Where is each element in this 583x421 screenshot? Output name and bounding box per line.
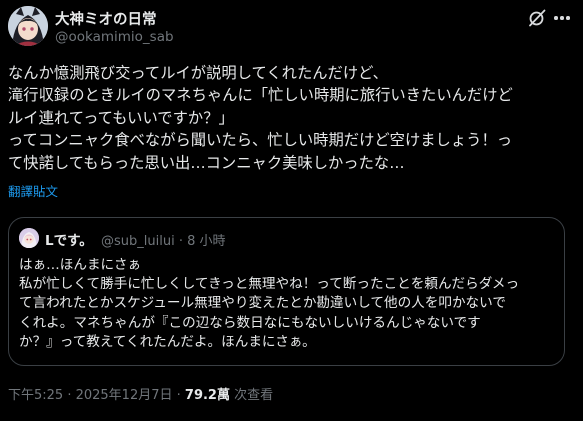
post-text-line: なんか憶測飛び交ってルイが説明してくれたんだけど、 bbox=[8, 64, 388, 82]
views-count: 79.2萬 bbox=[184, 388, 230, 403]
quoted-text-line: 私が忙しくて勝手に忙しくしてきっと無理やね！って断ったことを頼んだらダメっ bbox=[19, 276, 520, 293]
post-timestamp[interactable]: 下午5:25 · 2025年12月7日 · bbox=[8, 388, 181, 403]
author-avatar[interactable] bbox=[8, 6, 48, 46]
post-footer: 下午5:25 · 2025年12月7日 · 79.2萬 次查看 bbox=[8, 384, 273, 403]
quoted-post[interactable]: Lです。 @sub_luilui · 8 小時 はぁ…ほんまにさぁ 私が忙しくて… bbox=[8, 217, 565, 366]
translate-post-link[interactable]: 翻譯貼文 bbox=[8, 181, 58, 200]
post-text-line: ってコンニャク食べながら聞いたら、忙しい時期だけど空けましょう！っ bbox=[8, 131, 513, 150]
meta-separator: · bbox=[178, 234, 183, 249]
quoted-author-name: Lです。 bbox=[45, 233, 93, 249]
quoted-text-line: て言われたとかスケジュール無理やり変えたとか勘違いして他の人を叩かないで bbox=[19, 295, 506, 312]
quoted-post-text: はぁ…ほんまにさぁ 私が忙しくて勝手に忙しくしてきっと無理やね！って断ったことを… bbox=[19, 256, 559, 352]
post-text-line: 滝行収録のときルイのマネちゃんに「忙しい時期に旅行いきたいんだけど bbox=[8, 86, 513, 105]
quoted-author-meta: @sub_luilui · 8 小時 bbox=[101, 230, 226, 249]
post-text-line: て快諾してもらった思い出…コンニャク美味しかったな… bbox=[8, 153, 405, 172]
quoted-author-handle: @sub_luilui bbox=[101, 234, 175, 249]
quoted-text-line: か？』って教えてくれたんだよ。ほんまにさぁ。 bbox=[19, 333, 316, 350]
author-handle[interactable]: @ookamimio_sab bbox=[55, 29, 174, 45]
author-display-name[interactable]: 大神ミオの日常 bbox=[55, 8, 157, 29]
more-options-icon[interactable] bbox=[551, 8, 573, 28]
post-text-line: ルイ連れてってもいいですか？」 bbox=[8, 108, 234, 127]
quoted-text-line: はぁ…ほんまにさぁ bbox=[19, 257, 142, 273]
quoted-text-line: くれよ。マネちゃんが『この辺なら数日なにもないしいけるんじゃないです bbox=[19, 314, 481, 331]
quoted-post-time: 8 小時 bbox=[187, 234, 226, 249]
post-text: なんか憶測飛び交ってルイが説明してくれたんだけど、 滝行収録のときルイのマネちゃ… bbox=[8, 62, 578, 174]
views-label: 次查看 bbox=[234, 388, 274, 403]
quoted-author-avatar bbox=[19, 228, 39, 248]
grok-icon[interactable] bbox=[527, 8, 547, 28]
